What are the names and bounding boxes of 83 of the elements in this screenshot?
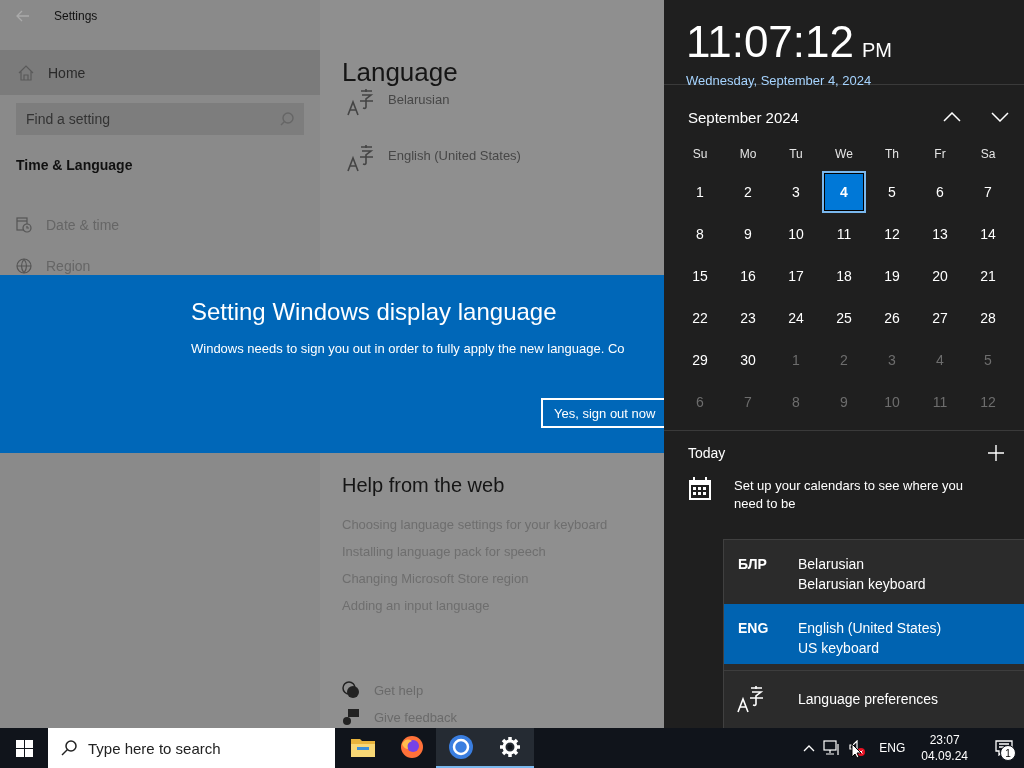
calendar-day[interactable]: 10	[774, 213, 818, 255]
notification-button[interactable]: 1	[984, 728, 1024, 768]
search-icon	[61, 740, 77, 756]
weekday-label: Th	[884, 147, 900, 161]
calendar-day[interactable]: 21	[966, 255, 1010, 297]
feedback-icon	[342, 708, 360, 727]
language-preferences-button[interactable]: Language preferences	[724, 671, 1024, 727]
calendar-day[interactable]: 7	[966, 171, 1010, 213]
calendar-day[interactable]: 12	[870, 213, 914, 255]
weekday-label: Mo	[738, 147, 758, 161]
calendar-day[interactable]: 26	[870, 297, 914, 339]
calendar-day[interactable]: 22	[678, 297, 722, 339]
calendar-day[interactable]: 14	[966, 213, 1010, 255]
help-chat-icon	[342, 681, 360, 700]
weekday-label: We	[834, 147, 854, 161]
calendar-day[interactable]: 20	[918, 255, 962, 297]
calendar-day[interactable]: 6	[918, 171, 962, 213]
calendar-day[interactable]: 24	[774, 297, 818, 339]
dialog-title: Setting Windows display language	[191, 297, 557, 327]
language-icon	[346, 88, 374, 116]
weekday-label: Tu	[788, 147, 804, 161]
weekday-label: Fr	[933, 147, 947, 161]
calendar-icon	[688, 477, 712, 501]
calendar-day[interactable]: 18	[822, 255, 866, 297]
browser-icon	[399, 735, 424, 759]
globe-icon	[16, 258, 32, 274]
calendar-day[interactable]: 11	[822, 213, 866, 255]
calendar-day[interactable]: 30	[726, 339, 770, 381]
taskbar-app-button[interactable]	[485, 728, 534, 768]
chevron-up-icon	[943, 112, 961, 122]
taskbar-clock[interactable]: 23:07 04.09.24	[913, 732, 976, 764]
agenda-message: Set up your calendars to see where you need to be	[734, 477, 965, 513]
circle-app-icon	[447, 734, 474, 760]
calendar-day[interactable]: 16	[726, 255, 770, 297]
dialog-message: Windows needs to sign you out in order to fully apply the new language. Co	[191, 341, 625, 356]
input-indicator[interactable]: ENG	[879, 741, 906, 755]
clock-period: PM	[862, 39, 892, 62]
windows-logo-icon	[15, 739, 33, 757]
cursor-icon	[851, 743, 862, 759]
folder-icon	[350, 737, 375, 757]
clock-date[interactable]: Wednesday, September 4, 2024	[686, 73, 1024, 88]
calendar-clock-icon	[16, 217, 32, 233]
calendar-day[interactable]: 28	[966, 297, 1010, 339]
add-icon[interactable]	[988, 445, 1004, 461]
calendar-day[interactable]: 5	[870, 171, 914, 213]
weekday-label: Sa	[979, 147, 997, 161]
window-title: Settings	[54, 9, 98, 23]
input-language-option[interactable]: ENG English (United States) US keyboard	[724, 604, 1024, 664]
calendar-day[interactable]: 8	[678, 213, 722, 255]
notification-icon	[995, 740, 1013, 756]
home-icon	[18, 64, 34, 81]
clock-time: 11:07:12	[686, 20, 854, 64]
calendar-day[interactable]: 23	[726, 297, 770, 339]
calendar-day[interactable]: 27	[918, 297, 962, 339]
calendar-month[interactable]: September 2024	[688, 108, 928, 126]
agenda-title: Today	[688, 445, 726, 461]
calendar-day[interactable]: 2	[726, 171, 770, 213]
calendar-day[interactable]: 4	[822, 171, 866, 213]
section-heading: Time & Language	[16, 157, 134, 173]
calendar-day[interactable]: 13	[918, 213, 962, 255]
calendar-day[interactable]: 17	[774, 255, 818, 297]
chevron-down-icon	[991, 112, 1009, 122]
search-icon	[280, 112, 294, 126]
calendar-day[interactable]: 19	[870, 255, 914, 297]
page-title: Language	[342, 56, 458, 88]
settings-icon	[498, 736, 521, 758]
calendar-day[interactable]: 1	[678, 171, 722, 213]
weekday-label: Su	[691, 147, 709, 161]
section-heading: Help from the web	[342, 473, 505, 497]
taskbar-search-field[interactable]: Type here to search	[48, 728, 335, 768]
language-icon	[346, 143, 374, 172]
taskbar-app-button[interactable]	[436, 728, 485, 768]
calendar-day[interactable]: 3	[774, 171, 818, 213]
calendar-day[interactable]: 9	[726, 213, 770, 255]
search-field[interactable]: Find a setting	[16, 103, 304, 135]
chevron-up-icon[interactable]	[803, 744, 816, 752]
calendar-day[interactable]: 29	[678, 339, 722, 381]
network-icon[interactable]	[823, 740, 842, 756]
notification-badge: 1	[1000, 745, 1016, 761]
calendar-day[interactable]: 25	[822, 297, 866, 339]
calendar-day[interactable]: 15	[678, 255, 722, 297]
input-language-option[interactable]: БЛР Belarusian Belarusian keyboard	[724, 540, 1024, 600]
language-icon	[736, 685, 764, 713]
